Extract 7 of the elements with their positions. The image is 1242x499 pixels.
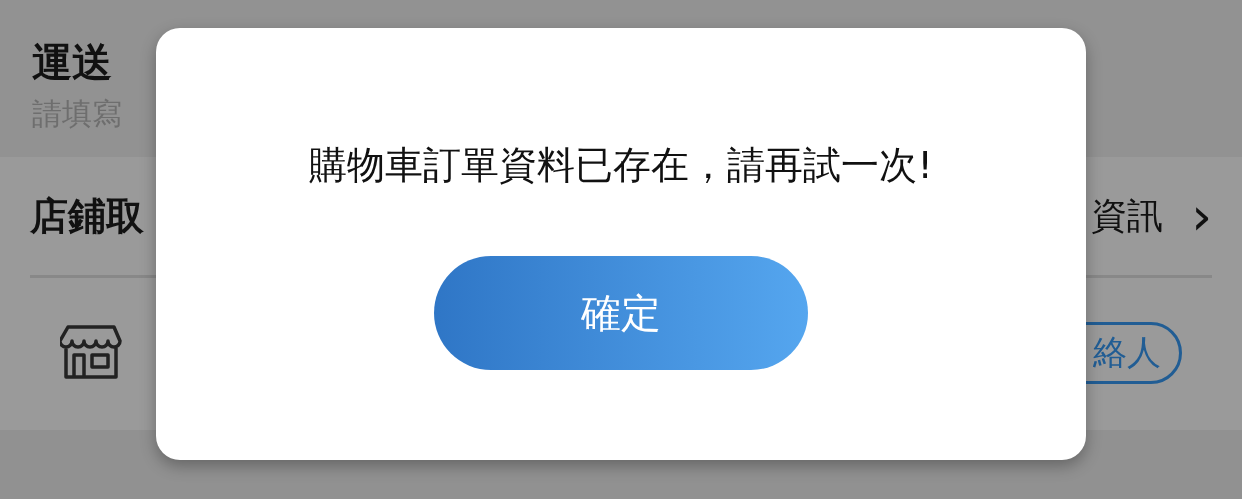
info-link[interactable]: 資訊 xyxy=(1091,191,1164,241)
dialog-message: 購物車訂單資料已存在，請再試一次! xyxy=(309,142,933,189)
row-label: 店鋪取 xyxy=(30,192,144,240)
confirm-button[interactable]: 確定 xyxy=(434,256,808,370)
chevron-icon[interactable]: › xyxy=(1191,190,1212,242)
storefront-icon xyxy=(60,325,122,381)
section-title: 運送 xyxy=(32,38,113,87)
